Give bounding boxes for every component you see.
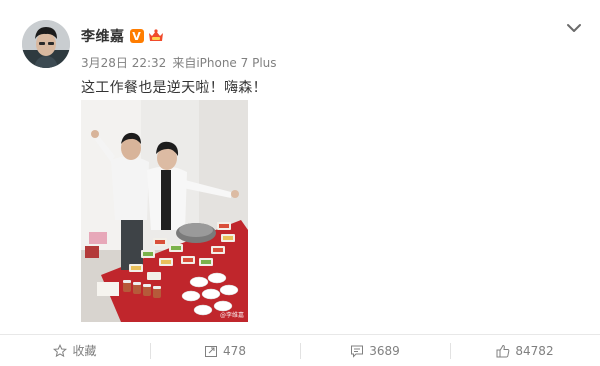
chevron-down-icon[interactable] bbox=[566, 20, 582, 34]
avatar-image bbox=[22, 20, 70, 68]
post-meta: 3月28日 22:32 来自iPhone 7 Plus bbox=[81, 54, 277, 71]
favorite-button[interactable]: 收藏 bbox=[0, 335, 150, 366]
like-thumb-icon bbox=[496, 344, 510, 358]
like-count: 84782 bbox=[515, 343, 554, 358]
post-text: 这工作餐也是逆天啦！嗨森！ bbox=[81, 80, 267, 96]
photo-watermark: @李维嘉 bbox=[219, 312, 244, 319]
post-source: 来自iPhone 7 Plus bbox=[172, 56, 277, 70]
repost-icon bbox=[204, 344, 218, 358]
repost-button[interactable]: 478 bbox=[150, 335, 300, 366]
comment-count: 3689 bbox=[369, 343, 400, 358]
author-row: 李维嘉 V bbox=[81, 27, 165, 45]
post-photo[interactable]: @李维嘉 bbox=[81, 100, 248, 322]
avatar[interactable] bbox=[22, 20, 70, 68]
post-date[interactable]: 3月28日 22:32 bbox=[81, 56, 166, 70]
weibo-post-card: 李维嘉 V 3月28日 22:32 来自iPhone 7 Plus 这工作餐也是逆… bbox=[0, 0, 600, 366]
verified-badge-icon: V bbox=[129, 29, 144, 43]
action-bar: 收藏 478 3689 84782 bbox=[0, 334, 600, 366]
username-link[interactable]: 李维嘉 bbox=[81, 26, 125, 46]
comment-button[interactable]: 3689 bbox=[300, 335, 450, 366]
favorite-star-icon bbox=[53, 343, 68, 358]
member-crown-icon bbox=[147, 28, 165, 44]
favorite-label: 收藏 bbox=[72, 344, 97, 358]
photo-image bbox=[81, 100, 248, 322]
comment-icon bbox=[350, 344, 364, 358]
repost-count: 478 bbox=[223, 343, 246, 358]
like-button[interactable]: 84782 bbox=[450, 335, 600, 366]
